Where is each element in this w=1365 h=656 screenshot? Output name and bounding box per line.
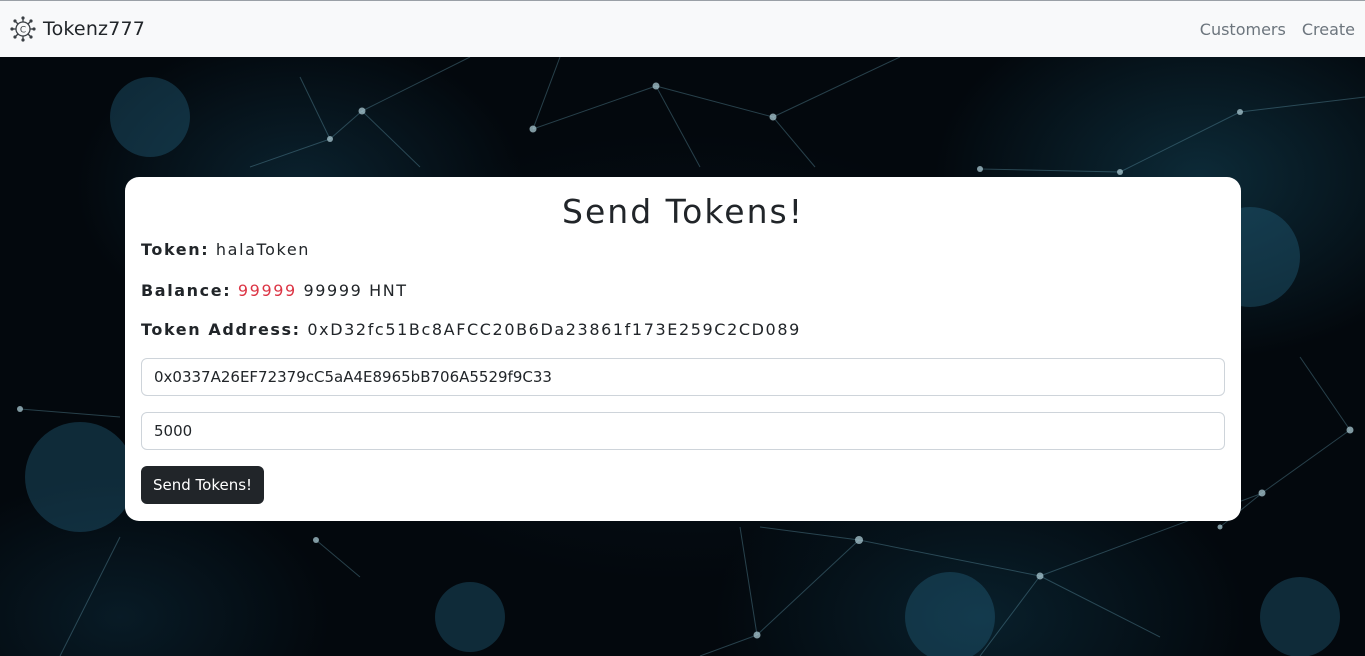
token-address-row: Token Address: 0xD32fc51Bc8AFCC20B6Da238… xyxy=(141,319,1225,341)
balance-value: 99999 HNT xyxy=(303,281,408,300)
balance-row: Balance: 99999 99999 HNT xyxy=(141,280,1225,302)
token-network-icon: C xyxy=(10,16,36,42)
brand-link[interactable]: C Tokenz777 xyxy=(10,16,145,42)
brand-name: Tokenz777 xyxy=(43,18,146,40)
send-tokens-card: Send Tokens! Token: halaToken Balance: 9… xyxy=(125,177,1241,521)
balance-value-highlight: 99999 xyxy=(237,281,297,300)
nav-link-customers[interactable]: Customers xyxy=(1200,20,1286,39)
recipient-address-input[interactable] xyxy=(141,358,1225,396)
send-tokens-button[interactable]: Send Tokens! xyxy=(141,466,265,504)
nav-links: Customers Create xyxy=(1200,20,1355,39)
top-navbar: C Tokenz777 Customers Create xyxy=(0,0,1365,57)
token-row: Token: halaToken xyxy=(141,239,1225,261)
svg-text:C: C xyxy=(20,26,26,36)
token-value: halaToken xyxy=(215,240,311,259)
token-label: Token: xyxy=(141,240,210,259)
token-address-value: 0xD32fc51Bc8AFCC20B6Da23861f173E259C2CD0… xyxy=(307,320,801,339)
amount-input[interactable] xyxy=(141,412,1225,450)
nav-link-create[interactable]: Create xyxy=(1302,20,1355,39)
token-address-label: Token Address: xyxy=(141,320,301,339)
page-title: Send Tokens! xyxy=(562,192,804,231)
balance-label: Balance: xyxy=(141,281,232,300)
